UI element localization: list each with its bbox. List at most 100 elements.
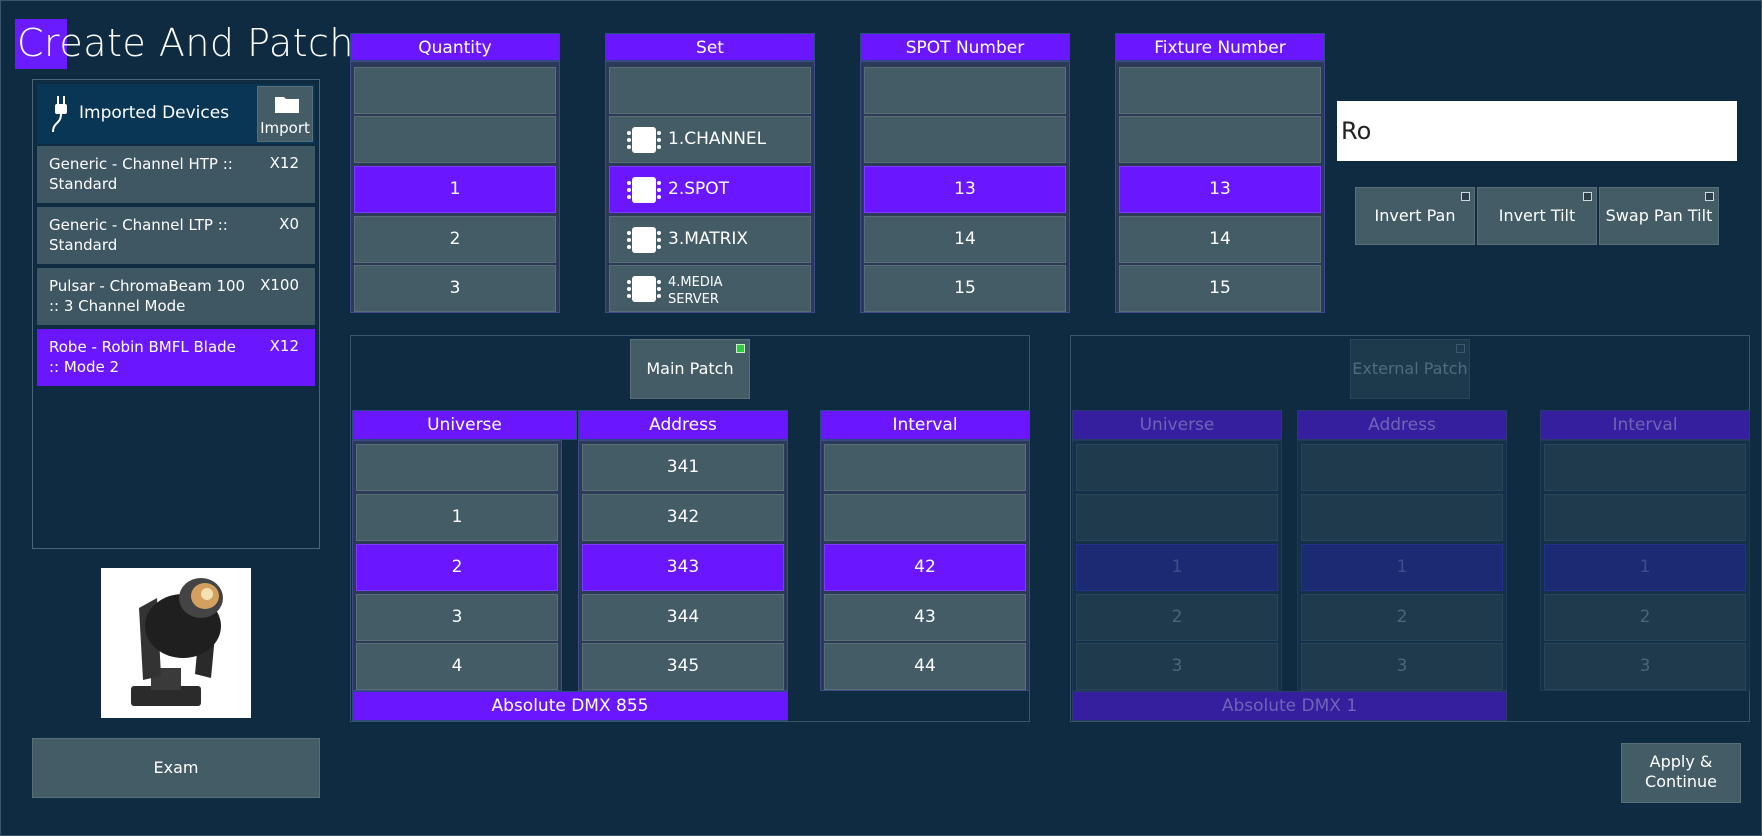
set-cell[interactable]: 4.MEDIA SERVER <box>609 265 811 312</box>
import-button[interactable]: Import <box>257 86 313 142</box>
fixture-set-icon <box>627 177 661 203</box>
set-column: Set <box>605 33 815 61</box>
external-universe-list: 1 2 3 <box>1072 440 1282 691</box>
external-interval-list: 1 2 3 <box>1540 440 1750 691</box>
set-label: 2.SPOT <box>668 179 730 199</box>
main-interval-cell[interactable] <box>824 444 1026 491</box>
main-universe-header: Universe <box>352 410 577 440</box>
main-address-cell[interactable]: 341 <box>582 444 784 491</box>
set-label: 3.MATRIX <box>668 229 749 249</box>
quantity-cell[interactable]: 3 <box>354 265 556 312</box>
apply-continue-button[interactable]: Apply & Continue <box>1621 743 1741 803</box>
external-address-header: Address <box>1297 410 1507 440</box>
spot-number-cell-selected[interactable]: 13 <box>864 166 1066 213</box>
external-universe-header: Universe <box>1072 410 1282 440</box>
fixture-number-cell[interactable]: 14 <box>1119 216 1321 263</box>
external-interval-cell: 2 <box>1544 594 1746 641</box>
quantity-cell[interactable] <box>354 67 556 114</box>
main-address-cell[interactable]: 344 <box>582 594 784 641</box>
set-cell-selected[interactable]: 2.SPOT <box>609 166 811 213</box>
exam-button[interactable]: Exam <box>32 738 320 798</box>
spot-number-cell[interactable] <box>864 67 1066 114</box>
main-interval-cell[interactable]: 43 <box>824 594 1026 641</box>
device-name: Pulsar - ChromaBeam 100 :: 3 Channel Mod… <box>49 277 246 315</box>
external-universe-cell: 3 <box>1076 643 1278 690</box>
main-patch-indicator <box>736 344 745 353</box>
main-patch-button[interactable]: Main Patch <box>630 339 750 399</box>
device-count: X12 <box>269 337 299 355</box>
main-interval-cell[interactable]: 44 <box>824 643 1026 690</box>
fixture-set-icon <box>627 227 661 253</box>
external-universe-cell-selected: 1 <box>1076 544 1278 591</box>
set-label: 4.MEDIA SERVER <box>668 275 723 307</box>
quantity-cell[interactable] <box>354 116 556 163</box>
device-item-selected[interactable]: Robe - Robin BMFL Blade :: Mode 2 X12 <box>37 329 315 386</box>
external-patch-indicator <box>1456 344 1465 353</box>
fixture-number-cell-selected[interactable]: 13 <box>1119 166 1321 213</box>
invert-pan-button[interactable]: Invert Pan <box>1355 187 1475 245</box>
spot-number-header: SPOT Number <box>860 33 1070 61</box>
device-count: X100 <box>260 276 299 294</box>
main-absolute-dmx: Absolute DMX 855 <box>352 691 788 721</box>
external-interval-cell: 3 <box>1544 643 1746 690</box>
invert-tilt-label: Invert Tilt <box>1498 206 1576 225</box>
external-universe-cell <box>1076 444 1278 491</box>
fixture-number-list: 13 14 15 <box>1115 61 1325 313</box>
fixture-number-cell[interactable]: 15 <box>1119 265 1321 312</box>
fixture-number-cell[interactable] <box>1119 116 1321 163</box>
set-cell[interactable]: 3.MATRIX <box>609 216 811 263</box>
main-universe-cell-selected[interactable]: 2 <box>356 544 558 591</box>
external-patch-button: External Patch <box>1350 339 1470 399</box>
invert-tilt-indicator <box>1583 192 1592 201</box>
main-address-cell[interactable]: 342 <box>582 494 784 541</box>
main-address-cell-selected[interactable]: 343 <box>582 544 784 591</box>
main-patch-label: Main Patch <box>646 359 734 378</box>
main-interval-cell[interactable] <box>824 494 1026 541</box>
create-and-patch-window: Create And Patch Imported Devices Import… <box>0 0 1762 836</box>
set-label: 1.CHANNEL <box>668 129 767 149</box>
external-patch-label: External Patch <box>1352 359 1468 378</box>
main-universe-cell[interactable]: 3 <box>356 594 558 641</box>
main-address-list: 341 342 343 344 345 <box>578 440 788 691</box>
main-universe-cell[interactable]: 4 <box>356 643 558 690</box>
external-address-list: 1 2 3 <box>1297 440 1507 691</box>
main-interval-cell-selected[interactable]: 42 <box>824 544 1026 591</box>
set-cell[interactable]: 1.CHANNEL <box>609 116 811 163</box>
main-universe-list: 1 2 3 4 <box>352 440 562 691</box>
external-address-cell <box>1301 444 1503 491</box>
quantity-cell-selected[interactable]: 1 <box>354 166 556 213</box>
device-item[interactable]: Pulsar - ChromaBeam 100 :: 3 Channel Mod… <box>37 268 315 325</box>
quantity-cell[interactable]: 2 <box>354 216 556 263</box>
main-universe-cell[interactable]: 1 <box>356 494 558 541</box>
external-universe-cell: 2 <box>1076 594 1278 641</box>
set-list: 1.CHANNEL 2.SPOT 3.MATRIX 4.MEDIA SERVER <box>605 61 815 313</box>
invert-tilt-button[interactable]: Invert Tilt <box>1477 187 1597 245</box>
external-address-cell-selected: 1 <box>1301 544 1503 591</box>
swap-pan-tilt-button[interactable]: Swap Pan Tilt <box>1599 187 1719 245</box>
set-header: Set <box>605 33 815 61</box>
spot-number-cell[interactable]: 14 <box>864 216 1066 263</box>
device-item[interactable]: Generic - Channel HTP :: Standard X12 <box>37 146 315 203</box>
import-label: Import <box>260 119 310 137</box>
main-universe-cell[interactable] <box>356 444 558 491</box>
device-name: Robe - Robin BMFL Blade :: Mode 2 <box>49 338 236 376</box>
apply-continue-label: Apply & Continue <box>1645 752 1717 791</box>
fixture-number-cell[interactable] <box>1119 67 1321 114</box>
spot-number-cell[interactable] <box>864 116 1066 163</box>
search-input[interactable]: Ro <box>1337 101 1737 161</box>
device-count: X0 <box>279 215 299 233</box>
external-interval-header: Interval <box>1540 410 1750 440</box>
fixture-set-icon <box>627 127 661 153</box>
device-item[interactable]: Generic - Channel LTP :: Standard X0 <box>37 207 315 264</box>
device-name: Generic - Channel HTP :: Standard <box>49 155 233 193</box>
external-address-cell <box>1301 494 1503 541</box>
quantity-column: Quantity <box>350 33 560 61</box>
quantity-list: 1 2 3 <box>350 61 560 313</box>
spot-number-cell[interactable]: 15 <box>864 265 1066 312</box>
swap-pan-tilt-indicator <box>1705 192 1714 201</box>
set-cell[interactable] <box>609 67 811 114</box>
swap-pan-tilt-label: Swap Pan Tilt <box>1605 206 1713 225</box>
main-address-cell[interactable]: 345 <box>582 643 784 690</box>
invert-pan-label: Invert Pan <box>1374 206 1456 225</box>
external-interval-cell <box>1544 444 1746 491</box>
